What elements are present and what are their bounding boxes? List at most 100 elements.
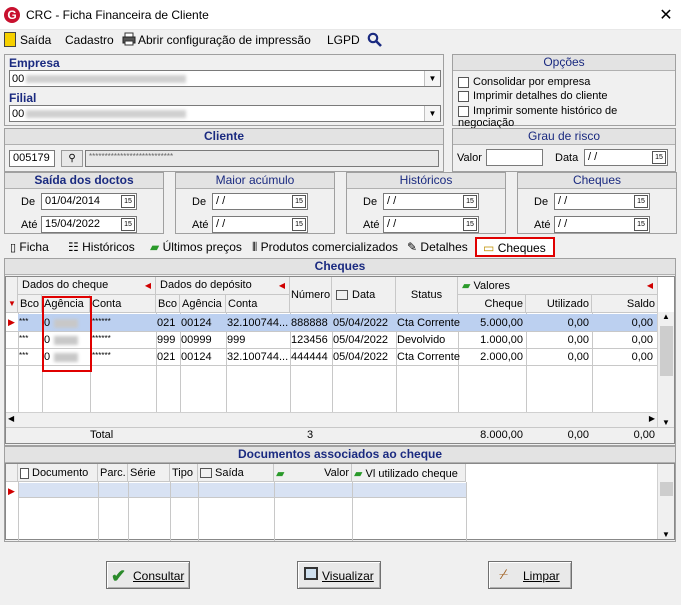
- valor-field[interactable]: [486, 149, 543, 166]
- filial-label: Filial: [9, 91, 37, 105]
- option-consolidar[interactable]: Consolidar por empresa: [458, 76, 590, 88]
- scroll-left-icon[interactable]: ◀: [8, 414, 14, 423]
- binoculars-icon[interactable]: ⚲: [61, 150, 83, 167]
- col-status[interactable]: Status: [396, 277, 458, 313]
- cell-conta: ******: [92, 317, 111, 326]
- cheques-scrollbar[interactable]: ▲ ▼: [657, 312, 674, 427]
- option-detalhes[interactable]: Imprimir detalhes do cliente: [458, 90, 608, 102]
- ate-label: Até: [363, 219, 380, 231]
- empresa-value: 00: [12, 73, 25, 85]
- document-icon: [20, 467, 29, 479]
- col-conta-deposito[interactable]: Conta: [226, 295, 290, 313]
- filial-select[interactable]: 00 ▼: [9, 105, 441, 122]
- calendar-icon[interactable]: 15: [634, 218, 648, 231]
- col-conta[interactable]: Conta: [90, 295, 156, 313]
- checkbox[interactable]: [458, 76, 469, 88]
- valor-label: Valor: [457, 152, 482, 164]
- consultar-button[interactable]: ✔ Consultar: [106, 561, 190, 589]
- col-data[interactable]: Data: [332, 277, 396, 313]
- col-parc[interactable]: Parc.: [98, 464, 128, 482]
- menu-bar: Saída Cadastro Abrir configuração de imp…: [0, 30, 681, 50]
- col-saldo[interactable]: Saldo: [592, 295, 658, 313]
- option-label: Imprimir somente histórico de negociação: [458, 105, 618, 129]
- col-bco[interactable]: Bco: [18, 295, 42, 313]
- menu-saida[interactable]: Saída: [20, 33, 51, 47]
- agencia-highlight: [42, 296, 92, 372]
- col-serie[interactable]: Série: [128, 464, 170, 482]
- cell-saldo: 0,00: [631, 317, 653, 329]
- option-historico[interactable]: Imprimir somente histórico de negociação: [458, 105, 675, 129]
- cliente-code-field[interactable]: 005179: [9, 150, 55, 167]
- scroll-down-icon[interactable]: ▼: [662, 418, 670, 427]
- tab-detalhes[interactable]: ✎ Detalhes: [407, 238, 468, 258]
- printer-icon[interactable]: [122, 32, 136, 46]
- total-label: Total: [90, 429, 114, 441]
- col-bco-deposito[interactable]: Bco: [156, 295, 180, 313]
- cell-utilizado: 0,00: [567, 334, 589, 346]
- empresa-label: Empresa: [9, 56, 60, 70]
- scroll-thumb[interactable]: [660, 482, 673, 496]
- tab-label: Ficha: [19, 240, 49, 254]
- scroll-up-icon[interactable]: ▲: [662, 312, 670, 321]
- total-count: 3: [307, 429, 314, 441]
- documentos-grid[interactable]: Documento Parc. Série Tipo Saída ▰ Valor …: [5, 463, 675, 541]
- cell-utilizado: 0,00: [567, 317, 589, 329]
- scroll-right-icon[interactable]: ▶: [649, 414, 655, 423]
- calendar-icon[interactable]: 15: [463, 195, 477, 208]
- horizontal-scrollbar[interactable]: ◀ ▶: [6, 412, 657, 427]
- col-saida[interactable]: Saída: [198, 464, 274, 482]
- button-label: Limpar: [523, 569, 560, 583]
- collapse-icon[interactable]: ◀: [647, 281, 653, 290]
- cheque-icon: ▭: [483, 241, 495, 255]
- cell-bco2: 021: [157, 317, 176, 329]
- scroll-thumb[interactable]: [660, 326, 673, 376]
- collapse-icon[interactable]: ◀: [145, 281, 151, 290]
- empresa-filial-panel: Empresa 00 ▼ Filial 00 ▼: [4, 54, 444, 126]
- col-vl-utilizado[interactable]: ▰ Vl utilizado cheque: [352, 464, 466, 482]
- checkbox[interactable]: [458, 90, 469, 102]
- collapse-icon[interactable]: ◀: [279, 281, 285, 290]
- calendar-icon[interactable]: 15: [292, 218, 306, 231]
- chevron-down-icon[interactable]: ▼: [424, 71, 440, 86]
- calendar-icon[interactable]: 15: [652, 151, 666, 164]
- money-icon: ▰: [354, 468, 363, 480]
- de-label: De: [363, 196, 378, 208]
- calendar-icon[interactable]: 15: [292, 195, 306, 208]
- cell-cheque: 2.000,00: [480, 351, 523, 363]
- search-icon[interactable]: [367, 32, 382, 47]
- visualizar-button[interactable]: Visualizar: [297, 561, 381, 589]
- cell-cheque: 1.000,00: [480, 334, 523, 346]
- chevron-down-icon[interactable]: ▼: [424, 106, 440, 121]
- limpar-button[interactable]: ⌿ Limpar: [488, 561, 572, 589]
- group-label: Dados do depósito: [160, 279, 252, 291]
- checkbox[interactable]: [458, 105, 469, 117]
- total-row: Total 3 8.000,00 0,00 0,00: [6, 427, 674, 443]
- cell-conta: ******: [92, 334, 111, 343]
- col-documento[interactable]: Documento: [18, 464, 98, 482]
- scroll-down-icon[interactable]: ▼: [662, 530, 670, 539]
- empresa-select[interactable]: 00 ▼: [9, 70, 441, 87]
- col-valor[interactable]: ▰ Valor: [274, 464, 352, 482]
- col-tipo[interactable]: Tipo: [170, 464, 198, 482]
- close-icon[interactable]: ✕: [657, 5, 675, 25]
- calendar-icon[interactable]: 15: [463, 218, 477, 231]
- menu-lgpd[interactable]: LGPD: [327, 33, 360, 47]
- col-numero[interactable]: Número: [290, 277, 332, 313]
- tab-cheques[interactable]: ▭ Cheques: [475, 237, 555, 257]
- tab-historicos[interactable]: ☷ Históricos: [68, 238, 135, 258]
- grau-risco-title: Grau de risco: [453, 129, 675, 145]
- calendar-icon[interactable]: 15: [121, 218, 135, 231]
- tab-ficha[interactable]: ▯ Ficha: [10, 238, 49, 258]
- exit-icon[interactable]: [4, 32, 16, 47]
- table-row[interactable]: [18, 483, 466, 498]
- calendar-icon[interactable]: 15: [634, 195, 648, 208]
- col-agencia-deposito[interactable]: Agência: [180, 295, 226, 313]
- calendar-icon[interactable]: 15: [121, 195, 135, 208]
- tab-ultimos-precos[interactable]: ▰ Últimos preços: [150, 238, 242, 258]
- col-cheque[interactable]: Cheque: [458, 295, 526, 313]
- menu-cadastro[interactable]: Cadastro: [65, 33, 114, 47]
- menu-print-config[interactable]: Abrir configuração de impressão: [138, 33, 311, 47]
- tab-produtos[interactable]: ⦀ Produtos comercializados: [252, 238, 398, 258]
- documentos-scrollbar[interactable]: ▼: [657, 464, 674, 539]
- col-utilizado[interactable]: Utilizado: [526, 295, 592, 313]
